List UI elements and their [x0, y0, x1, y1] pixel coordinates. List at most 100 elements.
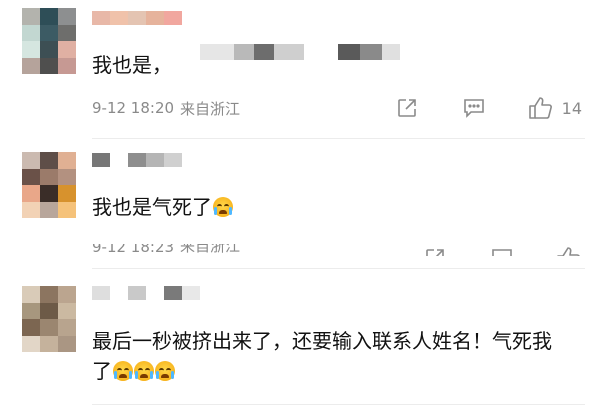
comment-item: 我也是气死了 9-12 18:23 来自浙江 [0, 140, 607, 270]
username-redacted[interactable] [92, 286, 200, 300]
username-pixel [128, 286, 146, 300]
avatar-pixel [40, 286, 58, 303]
redaction-pixel [200, 44, 234, 60]
thumbs-up-icon [557, 247, 580, 256]
avatar-pixel [58, 24, 76, 41]
avatar-pixel [40, 319, 58, 336]
avatar-pixel [58, 8, 76, 25]
avatar-pixel [22, 201, 40, 218]
comment-item: 我也是， 9-12 18:20 来自浙江 14 [0, 0, 607, 140]
comment-text: 我也是， [92, 50, 172, 80]
username-redacted[interactable] [92, 153, 182, 167]
username-pixel [146, 11, 164, 25]
redaction-pixel [338, 44, 360, 60]
reply-icon [463, 99, 484, 118]
username-pixel [164, 11, 182, 25]
username-redacted[interactable] [92, 11, 182, 25]
like-count: 14 [561, 98, 582, 118]
crying-face-emoji [113, 361, 133, 381]
avatar-pixel [40, 24, 58, 41]
username-pixel [110, 11, 128, 25]
avatar-pixel [22, 335, 40, 352]
comment-feed: 我也是， 9-12 18:20 来自浙江 14 我也是气死了 9-12 18:2… [0, 0, 607, 414]
comment-text: 最后一秒被挤出来了，还要输入联系人姓名！气死我了 [92, 326, 562, 386]
comment-time: 9-12 18:23 [92, 244, 175, 256]
avatar-pixel [58, 201, 76, 218]
share-icon [397, 99, 416, 117]
comment-location: 来自浙江 [180, 99, 241, 118]
avatar-pixel [22, 185, 40, 202]
redaction-pixel [274, 44, 304, 60]
like-button[interactable]: 14 [528, 96, 582, 120]
username-pixel [110, 286, 128, 300]
comment-meta: 9-12 18:23 来自浙江 [92, 244, 582, 256]
username-pixel [182, 286, 200, 300]
crying-face-emoji [134, 361, 154, 381]
avatar-pixel [22, 286, 40, 303]
avatar-pixel [40, 8, 58, 25]
avatar-pixel [22, 302, 40, 319]
avatar-pixel [40, 201, 58, 218]
avatar-pixel [22, 319, 40, 336]
avatar-pixel [22, 152, 40, 169]
divider [92, 138, 585, 139]
share-button[interactable] [424, 247, 446, 256]
reply-icon [492, 249, 512, 256]
avatar-pixel [40, 57, 58, 74]
share-button[interactable] [396, 97, 418, 119]
username-pixel [164, 153, 182, 167]
thumbs-up-icon [528, 97, 552, 119]
avatar-pixel [58, 57, 76, 74]
divider [92, 404, 585, 405]
redaction-pixel [382, 44, 400, 60]
comment-text-visible: 我也是， [92, 53, 172, 77]
avatar-pixel [40, 168, 58, 185]
avatar-pixel [58, 41, 76, 58]
avatar-pixel [40, 152, 58, 169]
username-pixel [92, 286, 110, 300]
reply-button[interactable] [490, 247, 514, 256]
comment-location: 来自浙江 [180, 244, 241, 255]
avatar-pixel [40, 335, 58, 352]
redaction-pixel [254, 44, 274, 60]
avatar-pixel [22, 24, 40, 41]
comment-text: 我也是气死了 [92, 192, 233, 222]
username-pixel [110, 153, 128, 167]
reply-button[interactable] [462, 97, 486, 119]
avatar[interactable] [22, 286, 76, 352]
avatar[interactable] [22, 152, 76, 218]
comment-actions: 14 [396, 96, 582, 120]
comment-time: 9-12 18:20 [92, 99, 175, 117]
username-pixel [146, 286, 164, 300]
redaction-pixel [234, 44, 254, 60]
avatar-pixel [40, 302, 58, 319]
username-pixel [128, 11, 146, 25]
comment-text-visible: 我也是气死了 [92, 195, 212, 219]
avatar-pixel [58, 286, 76, 303]
avatar-pixel [58, 185, 76, 202]
redacted-text-mask [200, 44, 400, 60]
username-pixel [146, 153, 164, 167]
redaction-pixel [304, 44, 338, 60]
username-pixel [92, 11, 110, 25]
redaction-pixel [360, 44, 382, 60]
comment-actions [424, 244, 582, 256]
avatar-pixel [22, 8, 40, 25]
share-icon [426, 249, 444, 256]
avatar-pixel [58, 168, 76, 185]
avatar-pixel [40, 41, 58, 58]
username-pixel [92, 153, 110, 167]
like-button[interactable] [556, 246, 582, 256]
avatar-pixel [58, 319, 76, 336]
avatar-pixel [22, 41, 40, 58]
username-pixel [164, 286, 182, 300]
avatar-pixel [58, 335, 76, 352]
username-pixel [128, 153, 146, 167]
avatar-pixel [58, 302, 76, 319]
comment-item: 最后一秒被挤出来了，还要输入联系人姓名！气死我了 [0, 270, 607, 414]
avatar-pixel [22, 57, 40, 74]
comment-meta: 9-12 18:20 来自浙江 14 [92, 96, 582, 120]
avatar[interactable] [22, 8, 76, 74]
avatar-pixel [58, 152, 76, 169]
avatar-pixel [22, 168, 40, 185]
